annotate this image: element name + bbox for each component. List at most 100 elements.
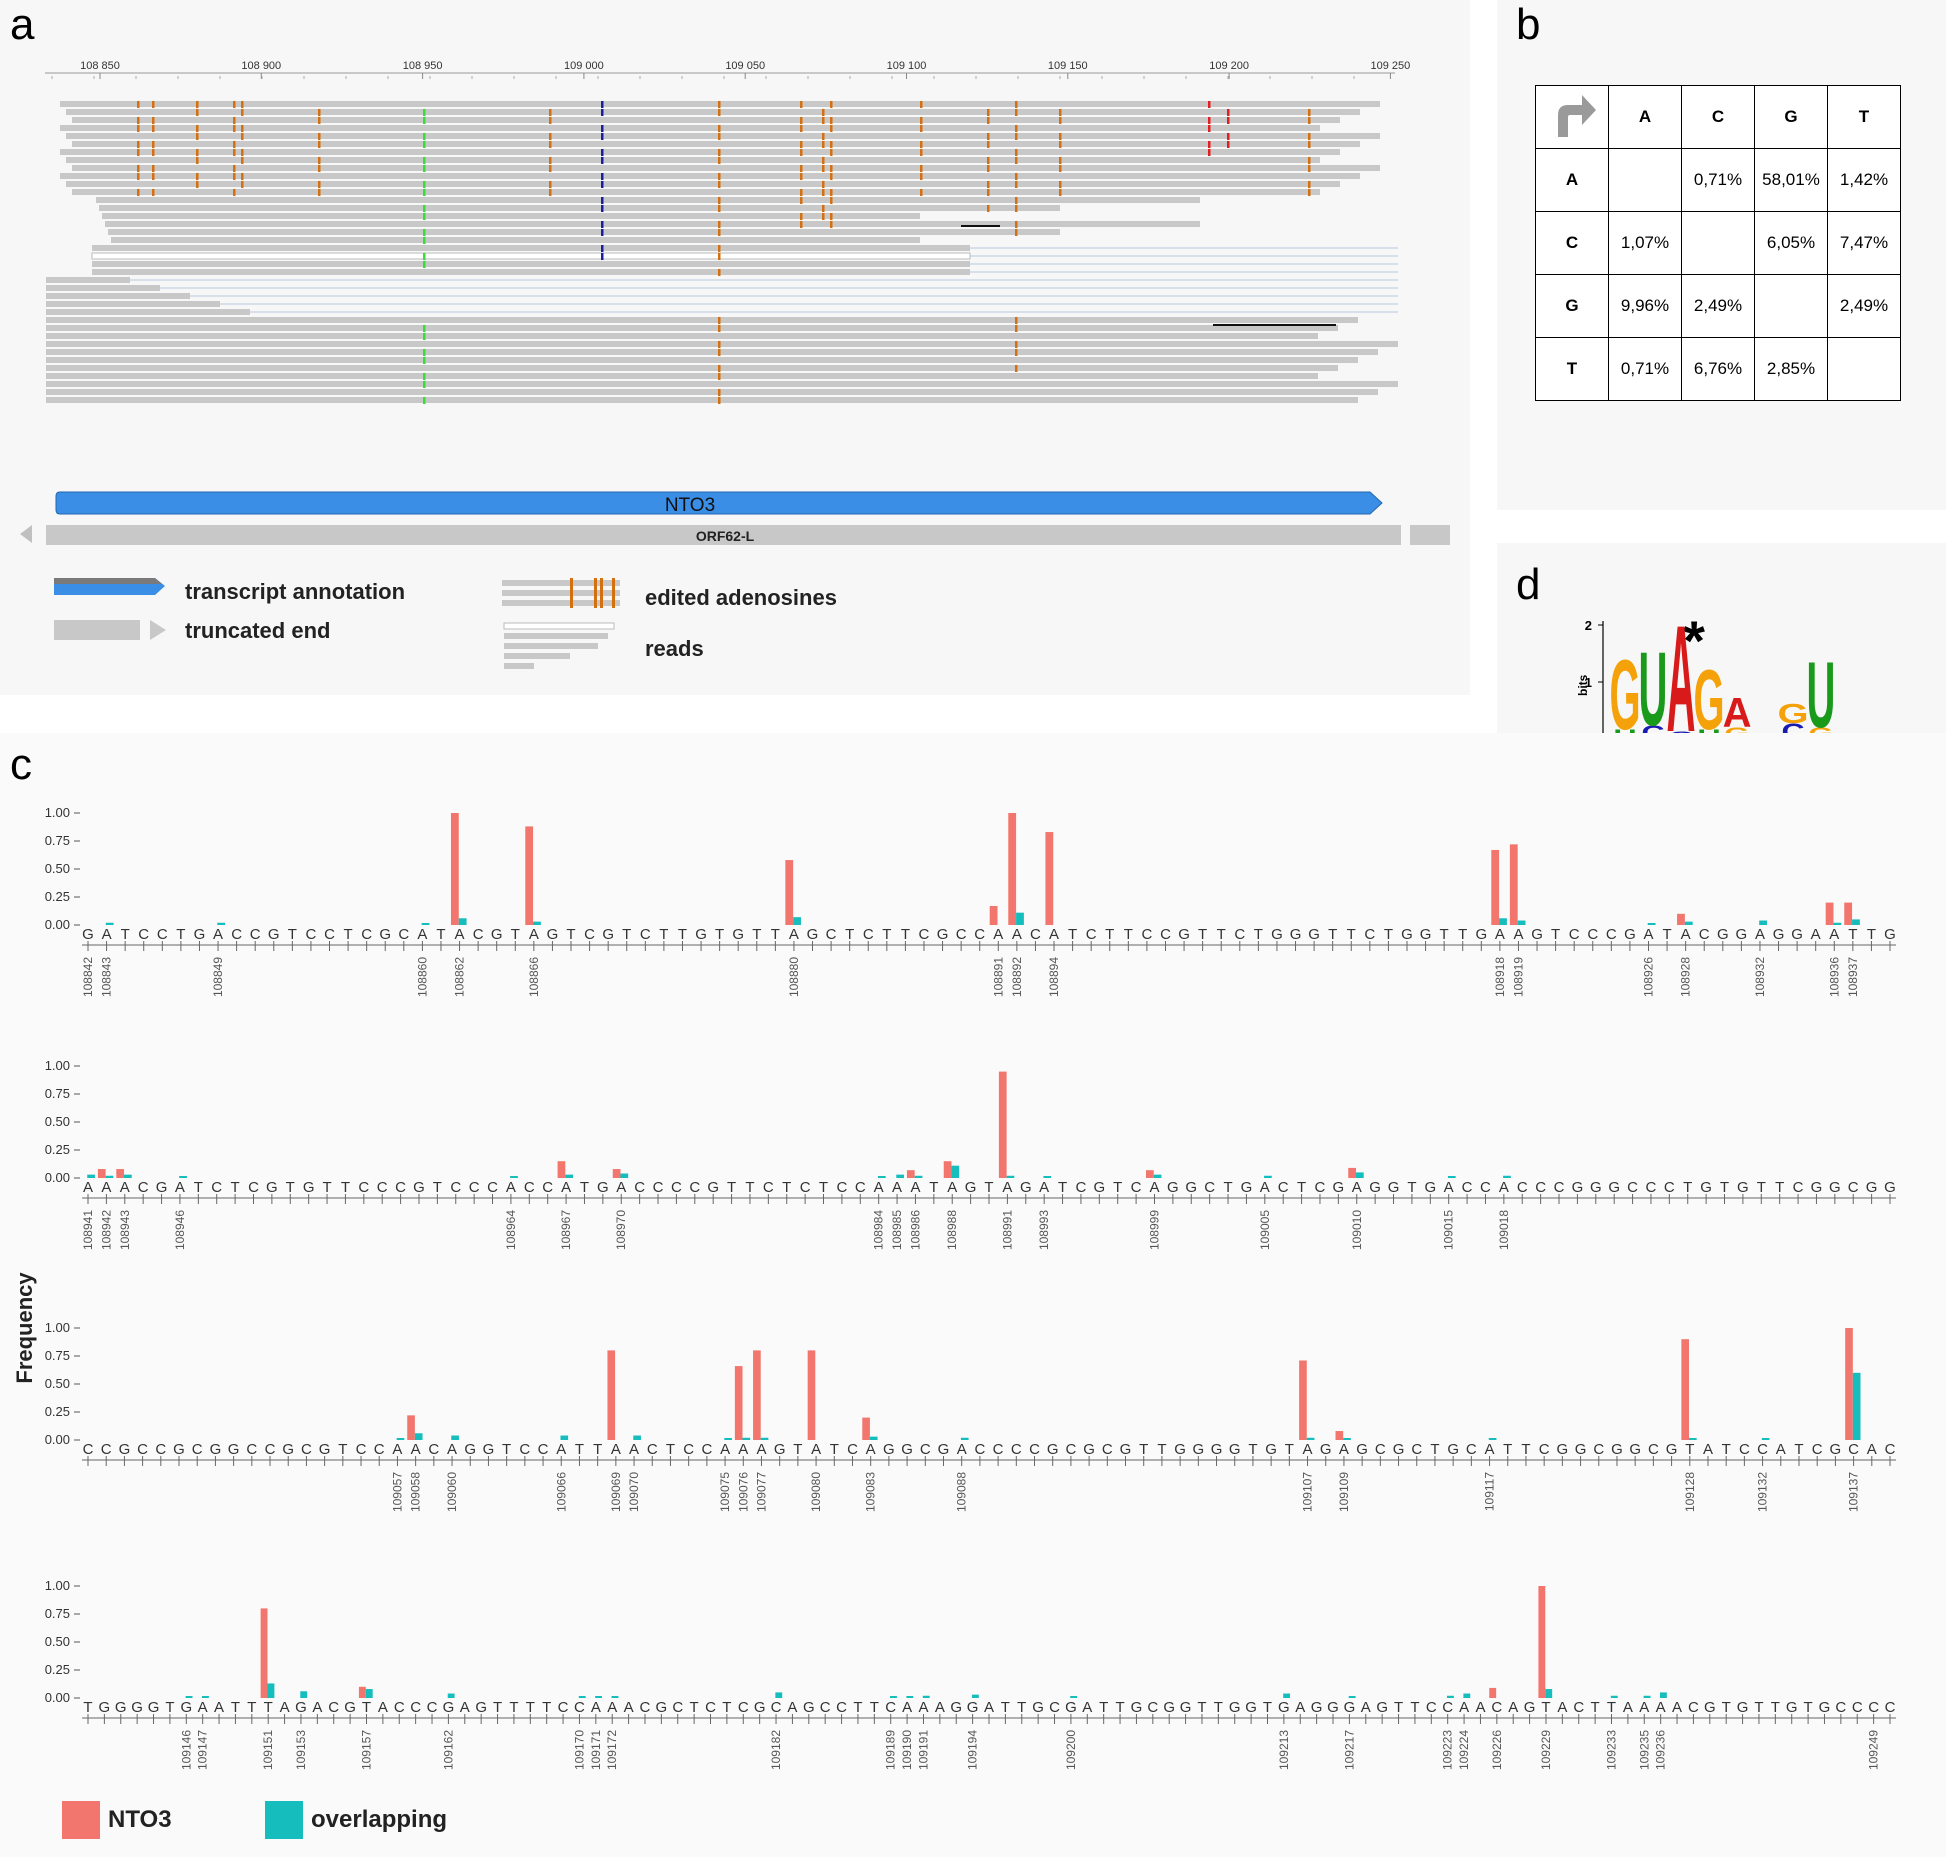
edited-site	[196, 157, 199, 164]
nucleotide: C	[487, 1179, 498, 1196]
nucleotide: G	[1327, 1699, 1339, 1716]
edited-site	[718, 109, 721, 116]
nucleotide: T	[622, 926, 631, 943]
bar-nto3	[1538, 1586, 1546, 1698]
nucleotide: A	[1639, 1699, 1649, 1716]
bar-nto3	[1681, 1339, 1690, 1440]
edited-site	[830, 141, 833, 148]
nucleotide: C	[398, 926, 409, 943]
nucleotide: T	[1685, 1441, 1694, 1458]
edited-site	[601, 253, 604, 260]
edited-site	[241, 173, 244, 180]
nucleotide: C	[157, 926, 168, 943]
edited-site	[800, 189, 803, 196]
nucleotide: T	[1521, 1441, 1530, 1458]
nucleotide: C	[836, 1699, 847, 1716]
nucleotide: C	[1587, 926, 1598, 943]
nucleotide: C	[1160, 926, 1171, 943]
edited-site	[601, 133, 604, 140]
nucleotide: G	[210, 1441, 222, 1458]
edited-site	[718, 157, 721, 164]
nucleotide: C	[640, 1699, 651, 1716]
nucleotide: C	[358, 1179, 369, 1196]
nucleotide: G	[1590, 1179, 1602, 1196]
nucleotide: G	[1424, 1179, 1436, 1196]
nucleotide: A	[1444, 1179, 1454, 1196]
edited-site	[241, 181, 244, 188]
edited-site	[423, 117, 426, 124]
bar-overlapping	[1283, 1693, 1291, 1698]
nucleotide: T	[793, 1441, 802, 1458]
turn-arrow-icon	[1558, 94, 1596, 137]
edited-site	[241, 149, 244, 156]
matrix-row-header: T	[1535, 337, 1609, 401]
matrix-cell: 0,71%	[1608, 337, 1682, 401]
panel-c: Frequency 1.00 0.75 0.50 0.25 0.00 G A T C C T G A C C…	[0, 733, 1946, 1857]
nucleotide: A	[1361, 1699, 1371, 1716]
nucleotide: C	[1835, 1699, 1846, 1716]
nucleotide: C	[1688, 1699, 1699, 1716]
bar-overlapping	[451, 1435, 459, 1440]
nucleotide: T	[1297, 1179, 1306, 1196]
nucleotide: C	[671, 1179, 682, 1196]
edited-site	[423, 397, 426, 404]
edited-site	[196, 125, 199, 132]
edited-site	[800, 125, 803, 132]
nucleotide: A	[624, 1699, 634, 1716]
nucleotide: G	[1557, 1441, 1569, 1458]
legend-overlapping-swatch	[265, 1801, 303, 1839]
nucleotide: C	[1204, 1179, 1215, 1196]
nucleotide: T	[566, 926, 575, 943]
nucleotide: G	[1308, 926, 1320, 943]
nucleotide: T	[678, 926, 687, 943]
nucleotide: A	[756, 1441, 766, 1458]
position-label: 108860	[415, 957, 429, 997]
position-label: 108918	[1493, 957, 1507, 997]
nucleotide: G	[1245, 1699, 1257, 1716]
nucleotide: A	[214, 1699, 224, 1716]
edited-site	[1059, 133, 1062, 140]
frequency-chart: 1.000.750.500.250.00T G G G G T G A A T T T A G A C G T A C…	[45, 1578, 1896, 1770]
nucleotide: C	[920, 1441, 931, 1458]
nucleotide: G	[602, 926, 614, 943]
bar-overlapping	[179, 1176, 187, 1178]
nto3-annotation[interactable]	[55, 491, 1383, 515]
edited-site	[718, 341, 721, 348]
position-label: 108967	[559, 1210, 573, 1250]
nucleotide: T	[83, 1699, 92, 1716]
legend-overlapping-label: overlapping	[311, 1806, 448, 1833]
edited-site	[800, 221, 803, 228]
edited-site	[1015, 205, 1018, 212]
edited-site	[137, 125, 140, 132]
read	[91, 252, 971, 260]
position-label: 108843	[100, 957, 114, 997]
nucleotide: T	[286, 1179, 295, 1196]
frequency-ytick: 1.00	[45, 1320, 70, 1335]
edited-site	[423, 261, 426, 268]
nucleotide: G	[1278, 1699, 1290, 1716]
edited-site	[1059, 157, 1062, 164]
orf62l-annotation-end[interactable]	[1410, 525, 1450, 545]
panel-letter-c: c	[10, 740, 32, 789]
edited-site	[423, 189, 426, 196]
bar-overlapping	[922, 1695, 930, 1698]
nucleotide: T	[853, 1699, 862, 1716]
nucleotide: A	[1459, 1699, 1469, 1716]
nucleotide: G	[1884, 1179, 1896, 1196]
edited-site	[423, 349, 426, 356]
nucleotide: C	[1029, 1441, 1040, 1458]
nucleotide: A	[720, 1441, 730, 1458]
edited-site	[549, 133, 552, 140]
nucleotide: G	[1120, 1441, 1132, 1458]
nucleotide: C	[1102, 1441, 1113, 1458]
edited-site	[601, 221, 604, 228]
bar-nto3	[612, 1169, 621, 1178]
edited-site	[800, 141, 803, 148]
logo-letter: A	[1723, 689, 1752, 736]
frequency-ytick: 0.50	[45, 1114, 70, 1129]
nucleotide: A	[616, 1179, 626, 1196]
nucleotide: C	[377, 1179, 388, 1196]
read	[46, 285, 160, 291]
nucleotide: G	[413, 1179, 425, 1196]
nucleotide: T	[1347, 926, 1356, 943]
